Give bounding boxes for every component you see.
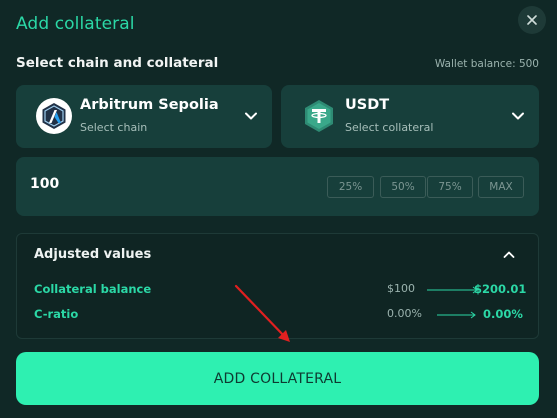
section-label: Select chain and collateral	[16, 55, 219, 71]
add-collateral-button[interactable]: ADD COLLATERAL	[16, 352, 539, 405]
chevron-down-icon	[512, 112, 524, 120]
arbitrum-logo-icon	[36, 98, 72, 134]
annotation-arrow-icon	[234, 284, 290, 342]
tether-logo-icon	[305, 100, 333, 132]
adjusted-values-title: Adjusted values	[34, 247, 152, 262]
preset-25-button[interactable]: 25%	[327, 176, 374, 198]
arrow-right-icon	[437, 311, 476, 319]
chain-name: Arbitrum Sepolia	[80, 97, 219, 113]
amount-input[interactable]	[30, 176, 230, 192]
c-ratio-from: 0.00%	[387, 307, 422, 320]
chevron-down-icon	[245, 112, 257, 120]
add-collateral-modal: Add collateral Select chain and collater…	[0, 0, 557, 418]
preset-max-button[interactable]: MAX	[478, 176, 524, 198]
collateral-balance-label: Collateral balance	[34, 282, 152, 296]
collateral-name: USDT	[345, 97, 390, 113]
collateral-balance-to: $200.01	[474, 282, 527, 296]
collateral-select-hint: Select collateral	[345, 121, 434, 134]
c-ratio-label: C-ratio	[34, 307, 79, 321]
c-ratio-to: 0.00%	[483, 307, 523, 321]
chain-select-hint: Select chain	[80, 121, 148, 134]
amount-field: 25% 50% 75% MAX	[16, 157, 539, 216]
arrow-right-icon	[427, 286, 478, 294]
collateral-balance-from: $100	[387, 282, 415, 295]
chain-select[interactable]: Arbitrum Sepolia Select chain	[16, 85, 272, 148]
preset-50-button[interactable]: 50%	[380, 176, 426, 198]
close-button[interactable]	[518, 6, 546, 34]
wallet-balance: Wallet balance: 500	[434, 58, 539, 70]
preset-75-button[interactable]: 75%	[427, 176, 473, 198]
chevron-up-icon[interactable]	[502, 248, 516, 262]
modal-title: Add collateral	[16, 14, 135, 34]
close-icon	[527, 15, 537, 25]
collateral-select[interactable]: USDT Select collateral	[281, 85, 539, 148]
